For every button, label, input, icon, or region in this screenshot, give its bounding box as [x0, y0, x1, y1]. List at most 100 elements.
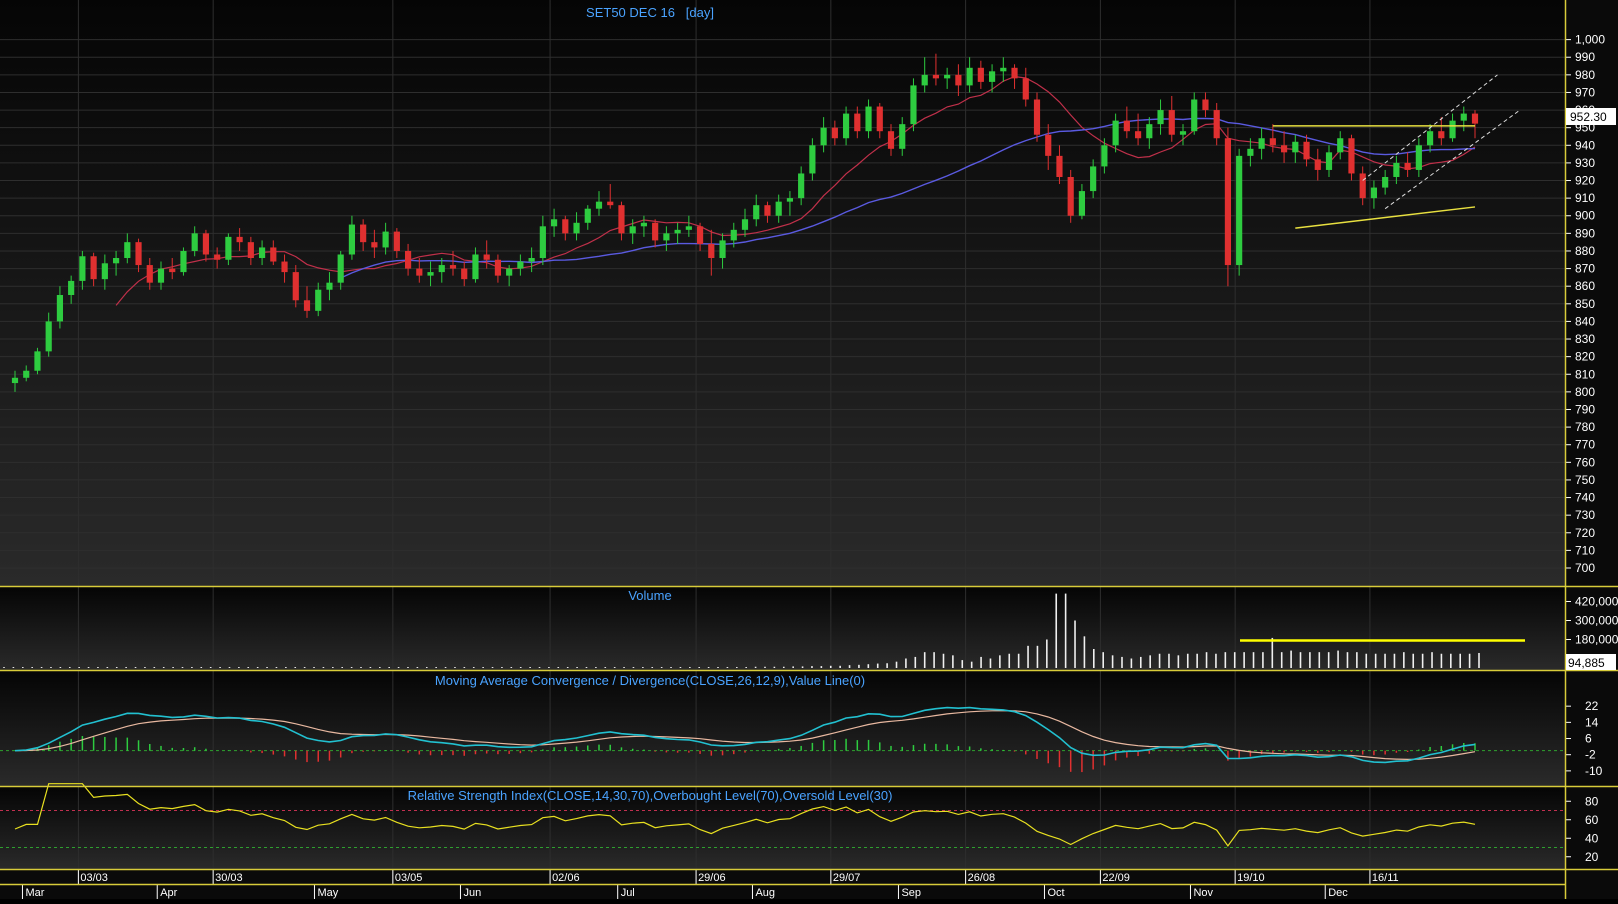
candle-body	[247, 242, 254, 259]
price-tick-label: 910	[1575, 191, 1595, 205]
candle-body	[1236, 155, 1243, 266]
price-tick-label: 890	[1575, 226, 1595, 240]
candle-body	[1056, 155, 1063, 177]
candle-body	[842, 113, 850, 139]
candle-body	[640, 222, 648, 227]
candle-body	[1112, 120, 1119, 146]
candle-body	[854, 113, 861, 132]
candle-body	[618, 205, 625, 234]
candle-body	[23, 370, 30, 378]
candle-body	[506, 268, 513, 276]
candle-body	[1426, 131, 1434, 146]
candle-body	[11, 377, 19, 384]
volume-title: Volume	[628, 588, 671, 603]
candle-body	[124, 242, 131, 259]
candle-body	[90, 256, 97, 280]
candle-body	[809, 145, 816, 174]
candle-body	[955, 74, 962, 86]
candle-body	[236, 236, 243, 243]
candle-body	[674, 229, 681, 234]
last-price-label: 952.30	[1570, 110, 1607, 124]
price-tick-label: 780	[1575, 420, 1595, 434]
candle-body	[360, 224, 367, 243]
candle-body	[584, 208, 591, 223]
date-tick-label: 03/05	[395, 872, 423, 884]
candle-body	[932, 74, 940, 79]
month-tick-label: Jul	[621, 887, 635, 899]
candle-body	[1168, 110, 1175, 135]
candle-body	[371, 242, 378, 248]
last-volume-label: 94,885	[1568, 656, 1605, 670]
price-tick-label: 900	[1575, 209, 1595, 223]
candle-body	[1303, 141, 1310, 160]
price-tick-label: 860	[1575, 279, 1595, 293]
price-tick-label: 770	[1575, 438, 1595, 452]
candle-body	[1393, 162, 1400, 177]
candle-body	[1000, 67, 1007, 72]
candle-body	[79, 256, 86, 281]
price-tick-label: 700	[1575, 561, 1595, 575]
month-tick-label: Apr	[160, 887, 177, 899]
candle-body	[191, 233, 198, 251]
candle-body	[719, 240, 726, 259]
candle-body	[1314, 159, 1321, 170]
candle-body	[1213, 110, 1220, 139]
candle-body	[382, 231, 389, 248]
candle-body	[416, 268, 423, 276]
candle-body	[1202, 99, 1209, 111]
price-tick-label: 840	[1575, 314, 1595, 328]
candle-body	[202, 233, 210, 255]
candle-body	[1045, 134, 1052, 156]
price-tick-label: 710	[1575, 543, 1595, 557]
price-tick-label: 880	[1575, 244, 1595, 258]
candle-body	[45, 321, 52, 352]
price-tick-label: 740	[1575, 491, 1595, 505]
date-tick-label: 30/03	[215, 872, 243, 884]
volume-panel	[0, 587, 1565, 670]
candle-body	[876, 106, 883, 132]
candle-body	[1449, 120, 1456, 139]
candle-body	[135, 242, 142, 266]
rsi-tick-label: 60	[1585, 813, 1599, 827]
price-tick-label: 850	[1575, 297, 1595, 311]
candle-body	[56, 295, 64, 322]
candle-body	[1382, 176, 1389, 188]
macd-tick-label: -2	[1585, 748, 1596, 762]
candle-body	[573, 222, 580, 234]
macd-panel	[0, 671, 1565, 786]
candle-body	[1101, 145, 1108, 167]
month-tick-label: Jun	[463, 887, 481, 899]
candle-body	[1078, 191, 1086, 216]
candle-body	[348, 224, 356, 255]
candle-body	[1258, 138, 1265, 149]
candle-body	[1325, 152, 1333, 170]
price-tick-label: 930	[1575, 156, 1595, 170]
price-tick-label: 730	[1575, 508, 1595, 522]
month-tick-label: Dec	[1328, 887, 1348, 899]
candle-body	[427, 272, 434, 276]
price-tick-label: 1,000	[1575, 33, 1605, 47]
candle-body	[1179, 131, 1187, 135]
candle-body	[472, 254, 479, 280]
candle-body	[68, 280, 75, 295]
volume-tick-label: 180,000	[1575, 633, 1618, 647]
candle-body	[1460, 113, 1467, 121]
date-tick-label: 26/08	[968, 872, 996, 884]
candle-body	[595, 201, 603, 209]
price-tick-label: 920	[1575, 174, 1595, 188]
candle-body	[798, 173, 805, 199]
candle-body	[1067, 176, 1074, 216]
candle-body	[562, 219, 569, 234]
volume-tick-label: 300,000	[1575, 614, 1618, 628]
candle-body	[977, 67, 984, 82]
candle-body	[270, 247, 277, 262]
candle-body	[1292, 141, 1299, 153]
price-tick-label: 820	[1575, 350, 1595, 364]
price-tick-label: 870	[1575, 262, 1595, 276]
candle-body	[404, 250, 412, 269]
candle-body	[921, 74, 928, 86]
candle-body	[157, 268, 165, 283]
macd-tick-label: -10	[1585, 764, 1603, 778]
candle-body	[988, 71, 996, 82]
candle-body	[1348, 138, 1355, 174]
